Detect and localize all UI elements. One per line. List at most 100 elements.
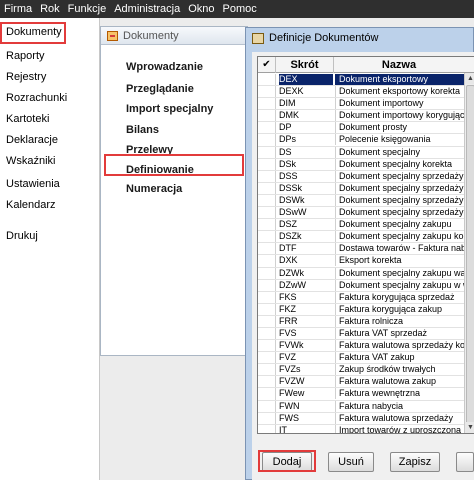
row-check-cell[interactable] bbox=[258, 424, 276, 433]
definicje-dialog-title: Definicje Dokumentów bbox=[269, 32, 379, 44]
table-row[interactable]: DP Dokument prosty bbox=[258, 122, 464, 135]
row-check-cell[interactable] bbox=[258, 352, 276, 364]
table-row[interactable]: FVS Faktura VAT sprzedaż bbox=[258, 327, 464, 341]
table-row[interactable]: DSWk Dokument specjalny sprzedaży w walut bbox=[258, 194, 464, 208]
table-row[interactable]: FWS Faktura walutowa sprzedaży bbox=[258, 412, 464, 425]
cell-skrot: DSwW bbox=[279, 207, 307, 218]
cell-nazwa: Faktura korygująca sprzedaż bbox=[335, 291, 464, 303]
sidebar-item-kalendarz[interactable]: Kalendarz bbox=[6, 199, 56, 211]
table-row[interactable]: FWew Faktura wewnętrzna bbox=[258, 388, 464, 401]
row-check-cell[interactable] bbox=[258, 194, 276, 207]
row-check-cell[interactable] bbox=[258, 279, 276, 291]
row-check-cell[interactable] bbox=[258, 182, 276, 194]
table-row[interactable]: IT Import towarów z uproszczoną proce bbox=[258, 424, 464, 433]
sidebar-item-ustawienia[interactable]: Ustawienia bbox=[6, 178, 60, 190]
next-button-partial[interactable] bbox=[456, 452, 474, 472]
row-check-cell[interactable] bbox=[258, 98, 276, 110]
row-check-cell[interactable] bbox=[258, 315, 276, 327]
table-row[interactable]: FVZs Zakup środków trwałych bbox=[258, 364, 464, 377]
row-check-cell[interactable] bbox=[258, 412, 276, 424]
row-check-cell[interactable] bbox=[258, 327, 276, 340]
usun-button[interactable]: Usuń bbox=[328, 452, 374, 472]
row-check-cell[interactable] bbox=[258, 158, 276, 170]
table-row[interactable]: FVZ Faktura VAT zakup bbox=[258, 352, 464, 365]
row-check-cell[interactable] bbox=[258, 170, 276, 182]
menu-administracja[interactable]: Administracja bbox=[114, 3, 180, 15]
row-check-cell[interactable] bbox=[258, 219, 276, 231]
table-row[interactable]: DIM Dokument importowy bbox=[258, 98, 464, 111]
row-check-cell[interactable] bbox=[258, 243, 276, 255]
table-row[interactable]: FVWk Faktura walutowa sprzedaży korekta bbox=[258, 340, 464, 353]
dokumenty-item-bilans[interactable]: Bilans bbox=[126, 124, 159, 136]
table-row[interactable]: FVZW Faktura walutowa zakup bbox=[258, 376, 464, 389]
cell-nazwa: Faktura walutowa zakup bbox=[335, 376, 464, 388]
table-row[interactable]: FKS Faktura korygująca sprzedaż bbox=[258, 291, 464, 304]
table-row[interactable]: DPs Polecenie księgowania bbox=[258, 134, 464, 147]
table-row[interactable]: DEXK Dokument eksportowy korekta bbox=[258, 86, 464, 99]
sidebar-item-raporty[interactable]: Raporty bbox=[6, 50, 45, 62]
definicje-dialog-titlebar[interactable]: Definicje Dokumentów bbox=[246, 28, 473, 48]
dokumenty-item-import-specjalny[interactable]: Import specjalny bbox=[126, 103, 213, 115]
scroll-down-icon[interactable]: ▼ bbox=[465, 422, 474, 433]
table-row[interactable]: DSZk Dokument specjalny zakupu korekta bbox=[258, 231, 464, 244]
row-check-cell[interactable] bbox=[258, 255, 276, 267]
row-check-cell[interactable] bbox=[258, 291, 276, 303]
row-check-cell[interactable] bbox=[258, 267, 276, 279]
cell-skrot: DSZ bbox=[279, 219, 297, 230]
row-check-cell[interactable] bbox=[258, 400, 276, 412]
menu-rok[interactable]: Rok bbox=[40, 3, 60, 15]
zapisz-button[interactable]: Zapisz bbox=[390, 452, 440, 472]
menu-pomoc[interactable]: Pomoc bbox=[223, 3, 257, 15]
sidebar: Dokumenty Raporty Rejestry Rozrachunki K… bbox=[0, 18, 100, 480]
dodaj-highlight bbox=[258, 450, 316, 472]
table-row[interactable]: DEX Dokument eksportowy bbox=[258, 74, 464, 87]
sidebar-item-rozrachunki[interactable]: Rozrachunki bbox=[6, 92, 67, 104]
table-row[interactable]: DXK Eksport korekta bbox=[258, 255, 464, 268]
row-check-cell[interactable] bbox=[258, 146, 276, 158]
sidebar-item-drukuj[interactable]: Drukuj bbox=[6, 230, 38, 242]
table-row[interactable]: DZWk Dokument specjalny zakupu walut ko bbox=[258, 267, 464, 280]
row-check-cell[interactable] bbox=[258, 388, 276, 400]
table-row[interactable]: FRR Faktura rolnicza bbox=[258, 315, 464, 328]
sidebar-item-wskazniki[interactable]: Wskaźniki bbox=[6, 155, 56, 167]
table-row[interactable]: DZwW Dokument specjalny zakupu w waluci bbox=[258, 279, 464, 292]
table-row[interactable]: FKZ Faktura korygująca zakup bbox=[258, 303, 464, 316]
scroll-up-icon[interactable]: ▲ bbox=[465, 73, 474, 84]
menu-okno[interactable]: Okno bbox=[188, 3, 214, 15]
table-row[interactable]: FWN Faktura nabycia bbox=[258, 400, 464, 413]
table-row[interactable]: DSSk Dokument specjalny sprzedaży korekta bbox=[258, 182, 464, 195]
row-check-cell[interactable] bbox=[258, 376, 276, 388]
sidebar-item-kartoteki[interactable]: Kartoteki bbox=[6, 113, 49, 125]
menu-firma[interactable]: Firma bbox=[4, 3, 32, 15]
cell-nazwa: Dokument specjalny bbox=[335, 146, 464, 158]
row-check-cell[interactable] bbox=[258, 207, 276, 219]
sidebar-item-rejestry[interactable]: Rejestry bbox=[6, 71, 46, 83]
dokumenty-item-numeracja[interactable]: Numeracja bbox=[126, 183, 182, 195]
dokumenty-item-przegladanie[interactable]: Przeglądanie bbox=[126, 83, 194, 95]
table-row[interactable]: DSS Dokument specjalny sprzedaży bbox=[258, 170, 464, 183]
table-row[interactable]: DSZ Dokument specjalny zakupu bbox=[258, 219, 464, 232]
cell-skrot: DZwW bbox=[279, 279, 306, 290]
row-check-cell[interactable] bbox=[258, 364, 276, 376]
row-check-cell[interactable] bbox=[258, 86, 276, 98]
table-row[interactable]: DS Dokument specjalny bbox=[258, 146, 464, 159]
column-header-skrot[interactable]: Skrót bbox=[276, 57, 334, 73]
column-header-nazwa[interactable]: Nazwa bbox=[334, 57, 464, 73]
table-row[interactable]: DTF Dostawa towarów - Faktura nabycia bbox=[258, 243, 464, 256]
row-check-cell[interactable] bbox=[258, 303, 276, 315]
vertical-scrollbar[interactable]: ▲ ▼ bbox=[464, 73, 474, 433]
scroll-thumb[interactable] bbox=[466, 85, 474, 425]
row-check-cell[interactable] bbox=[258, 134, 276, 146]
row-check-cell[interactable] bbox=[258, 74, 276, 86]
menu-funkcje[interactable]: Funkcje bbox=[68, 3, 107, 15]
row-check-cell[interactable] bbox=[258, 110, 276, 122]
cell-nazwa: Dokument specjalny zakupu walut ko bbox=[335, 267, 464, 279]
row-check-cell[interactable] bbox=[258, 340, 276, 352]
table-row[interactable]: DSk Dokument specjalny korekta bbox=[258, 158, 464, 171]
row-check-cell[interactable] bbox=[258, 231, 276, 243]
row-check-cell[interactable] bbox=[258, 122, 276, 134]
sidebar-item-deklaracje[interactable]: Deklaracje bbox=[6, 134, 58, 146]
table-row[interactable]: DSwW Dokument specjalny sprzedaży w wal bbox=[258, 207, 464, 220]
dokumenty-item-wprowadzanie[interactable]: Wprowadzanie bbox=[126, 61, 203, 73]
table-row[interactable]: DMK Dokument importowy korygujący bbox=[258, 110, 464, 123]
